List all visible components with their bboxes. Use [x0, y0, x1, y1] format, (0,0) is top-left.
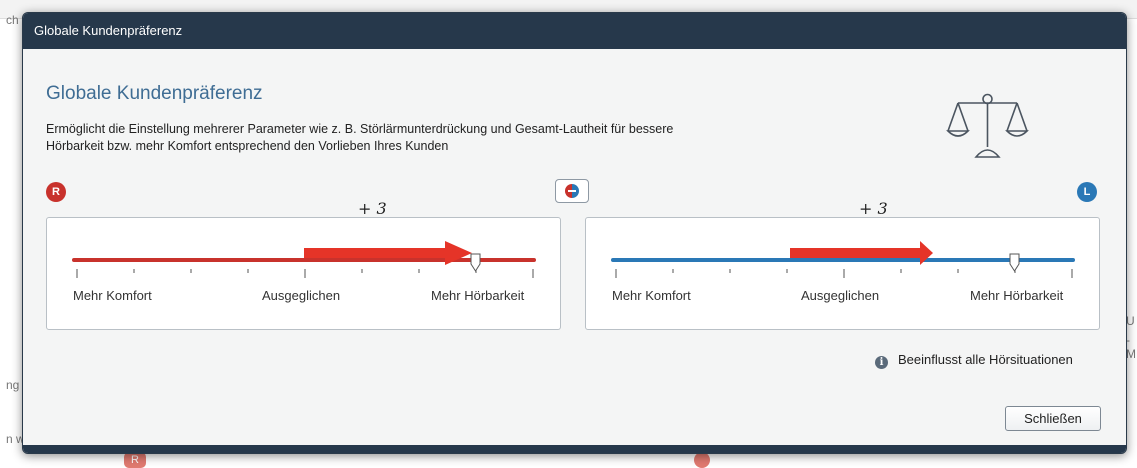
left-preference-slider[interactable] — [586, 218, 1101, 331]
right-side-badge: R — [46, 182, 66, 202]
link-sides-button[interactable] — [555, 179, 589, 203]
slider-handle[interactable] — [1009, 253, 1020, 272]
background-text-fragment: ch — [6, 13, 19, 27]
close-button[interactable]: Schließen — [1005, 406, 1101, 431]
background-text-fragment: U — [1126, 314, 1135, 328]
dialog-heading: Globale Kundenpräferenz — [46, 83, 263, 104]
slider-ticks — [76, 269, 534, 278]
info-note: i Beeinflusst alle Hörsituationen — [875, 352, 1073, 369]
dialog-bottom-border — [23, 445, 1126, 453]
slider-ticks — [615, 269, 1073, 278]
left-side-value: + 3 — [859, 199, 888, 218]
info-text: Beeinflusst alle Hörsituationen — [898, 352, 1073, 367]
slider-label-comfort: Mehr Komfort — [612, 288, 691, 303]
slider-label-audibility: Mehr Hörbarkeit — [970, 288, 1064, 303]
right-preference-slider[interactable] — [47, 218, 562, 331]
global-preference-dialog: Globale Kundenpräferenz Globale Kundenpr… — [22, 12, 1127, 454]
right-side-value: + 3 — [358, 199, 387, 218]
background-link-icon — [694, 452, 710, 468]
background-text-fragment: ng — [6, 378, 20, 392]
slider-label-balanced: Ausgeglichen — [262, 288, 341, 303]
slider-handle[interactable] — [470, 253, 481, 272]
right-preference-slider-panel: Mehr Komfort Ausgeglichen Mehr Hörbarkei… — [46, 217, 561, 330]
dialog-titlebar[interactable]: Globale Kundenpräferenz — [23, 13, 1126, 49]
background-side-badge: R — [124, 452, 146, 468]
left-side-badge: L — [1077, 182, 1097, 202]
slider-label-balanced: Ausgeglichen — [801, 288, 880, 303]
info-icon: i — [875, 356, 888, 369]
dialog-description: Ermöglicht die Einstellung mehrerer Para… — [46, 122, 674, 153]
slider-label-comfort: Mehr Komfort — [73, 288, 152, 303]
left-preference-slider-panel: Mehr Komfort Ausgeglichen Mehr Hörbarkei… — [585, 217, 1100, 330]
link-sides-icon — [565, 184, 579, 198]
scale-balance-icon — [946, 93, 1029, 158]
slider-label-audibility: Mehr Hörbarkeit — [431, 288, 525, 303]
background-text-fragment: -M — [1126, 333, 1136, 361]
